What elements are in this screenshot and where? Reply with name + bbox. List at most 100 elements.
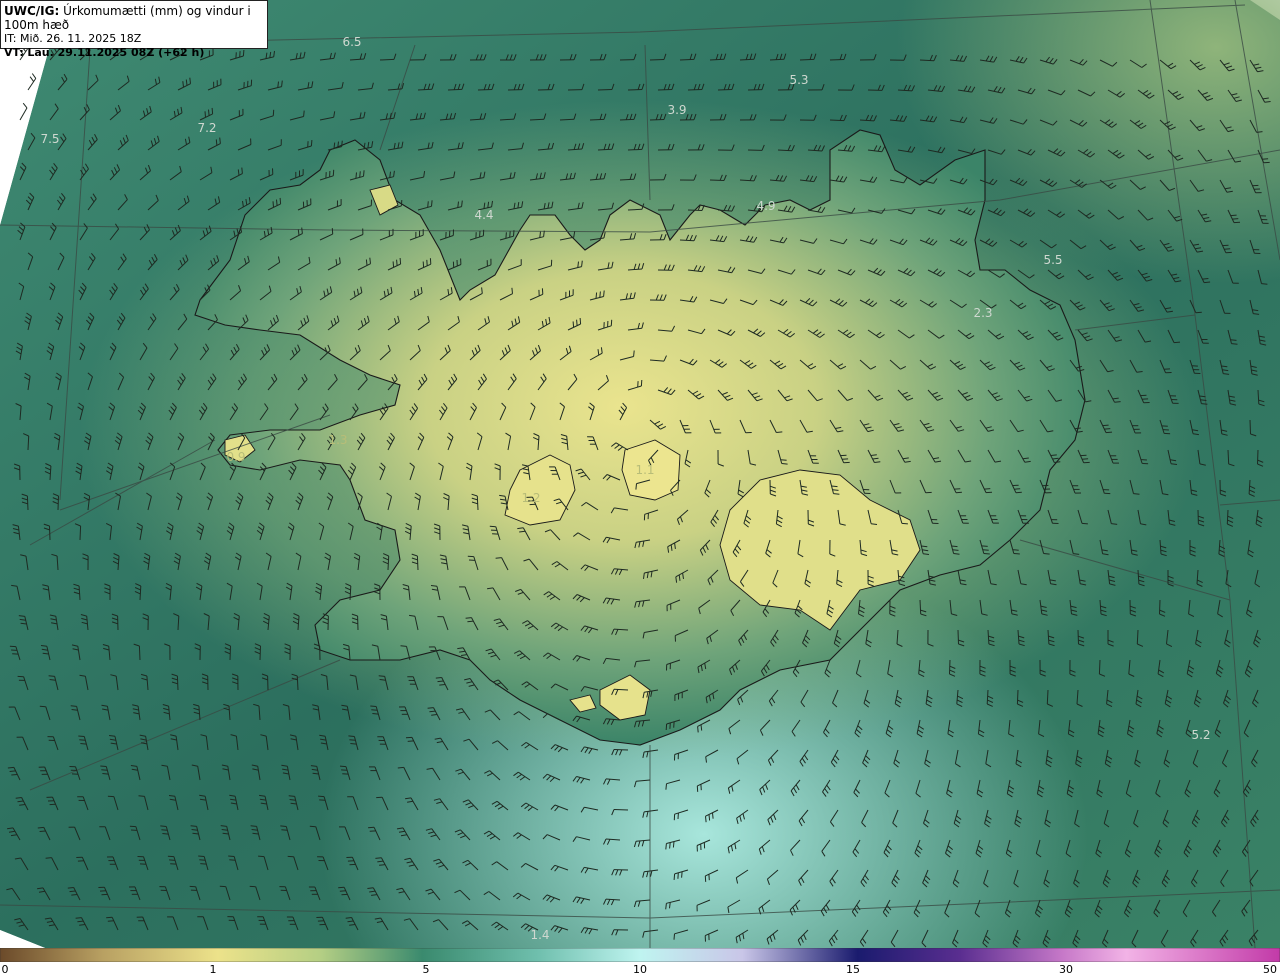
wind-barb-feather bbox=[872, 457, 879, 460]
wind-barb-staff bbox=[649, 59, 665, 61]
value-label: 6.5 bbox=[342, 35, 362, 49]
wind-barb-feather bbox=[982, 549, 989, 551]
wind-barb-feather bbox=[191, 829, 198, 831]
colorbar-tick: 15 bbox=[846, 963, 860, 976]
wind-barb-feather bbox=[983, 553, 990, 555]
wind-barb-feather bbox=[45, 857, 52, 859]
wind-barb-feather bbox=[1052, 457, 1059, 460]
wind-barb-feather bbox=[399, 257, 402, 265]
wind-barb-feather bbox=[211, 107, 214, 114]
wind-barb-feather bbox=[1081, 522, 1088, 525]
colorbar-ticks: 0 1 5 10 15 30 50 bbox=[0, 962, 1280, 978]
wind-barb-feather bbox=[222, 832, 229, 835]
wind-barb-feather bbox=[347, 920, 354, 923]
value-label: 1.2 bbox=[521, 491, 541, 505]
wind-barb-staff bbox=[1136, 629, 1139, 645]
wind-barb-staff bbox=[829, 119, 845, 122]
wind-barb-feather bbox=[467, 620, 474, 623]
wind-barb-feather bbox=[19, 804, 26, 806]
colorbar-tick: 10 bbox=[633, 963, 647, 976]
wind-barb-staff bbox=[559, 118, 575, 121]
wind-barb-feather bbox=[697, 726, 699, 733]
wind-barb-feather bbox=[705, 816, 707, 823]
wind-barb-feather bbox=[665, 903, 667, 910]
wind-barb-feather bbox=[1230, 214, 1237, 217]
wind-barb-feather bbox=[290, 802, 297, 805]
wind-barb-feather bbox=[79, 739, 86, 741]
wind-barb-feather bbox=[277, 81, 279, 88]
wind-barb-feather bbox=[1231, 343, 1238, 345]
wind-barb-staff bbox=[1098, 659, 1101, 675]
wind-barb-feather bbox=[439, 684, 446, 686]
wind-barb-staff bbox=[649, 119, 665, 121]
wind-barb-feather bbox=[276, 199, 278, 206]
wind-barb-feather bbox=[301, 227, 303, 234]
valid-time: Lau. 29.11.2025 08Z (+62 h) bbox=[27, 46, 205, 59]
wind-barb-feather bbox=[182, 81, 184, 88]
wind-barb-feather bbox=[341, 140, 343, 147]
wind-barb-staff bbox=[1016, 689, 1019, 705]
wind-barb-feather bbox=[78, 735, 85, 737]
wind-barb-feather bbox=[577, 261, 579, 268]
wind-barb-feather bbox=[1012, 549, 1019, 551]
wind-barb-feather bbox=[80, 743, 87, 745]
wind-barb-feather bbox=[162, 833, 169, 835]
wind-barb-feather bbox=[400, 645, 407, 647]
wind-barb-feather bbox=[700, 724, 703, 731]
wind-barb-staff bbox=[919, 59, 935, 62]
wind-barb-staff bbox=[679, 58, 695, 61]
wind-barb-feather bbox=[981, 545, 988, 547]
wind-barb-feather bbox=[781, 463, 788, 465]
value-label: 4.9 bbox=[756, 199, 776, 213]
wind-barb-feather bbox=[281, 80, 283, 87]
wind-barb-feather bbox=[70, 705, 77, 707]
wind-barb-feather bbox=[712, 812, 714, 819]
wind-barb-feather bbox=[595, 292, 598, 299]
wind-barb-feather bbox=[371, 709, 378, 711]
wind-barb-feather bbox=[204, 111, 206, 118]
wind-barb-feather bbox=[368, 826, 375, 829]
wind-barb-feather bbox=[581, 260, 583, 267]
wind-barb-feather bbox=[572, 321, 575, 328]
wind-barb-staff bbox=[416, 555, 419, 571]
wind-barb-feather bbox=[509, 231, 511, 238]
wind-barb-feather bbox=[984, 488, 991, 490]
wind-barb-feather bbox=[77, 920, 84, 923]
wind-barb-feather bbox=[333, 142, 336, 149]
wind-barb-feather bbox=[669, 842, 671, 849]
wind-barb-staff bbox=[138, 645, 141, 661]
wind-barb-feather bbox=[665, 843, 667, 850]
wind-barb-staff bbox=[387, 555, 390, 571]
value-label: 5.3 bbox=[789, 73, 809, 87]
wind-barb-feather bbox=[1230, 339, 1237, 341]
wind-barb-feather bbox=[955, 491, 962, 494]
wind-barb-feather bbox=[1202, 278, 1209, 280]
wind-barb-staff bbox=[26, 495, 29, 511]
wind-barb-feather bbox=[228, 855, 235, 857]
wind-barb-feather bbox=[831, 485, 838, 488]
wind-barb-feather bbox=[435, 677, 442, 679]
wind-barb-feather bbox=[511, 287, 513, 294]
wind-barb-feather bbox=[1173, 341, 1181, 344]
wind-barb-feather bbox=[365, 259, 368, 266]
wind-barb-feather bbox=[951, 545, 958, 548]
value-label: 1.3 bbox=[328, 433, 348, 447]
value-label: 5.5 bbox=[1043, 253, 1063, 267]
wind-barb-feather bbox=[219, 137, 221, 144]
wind-barb-feather bbox=[221, 829, 228, 831]
wind-barb-feather bbox=[1014, 488, 1021, 490]
wind-barb-staff bbox=[79, 525, 82, 541]
wind-barb-feather bbox=[350, 743, 357, 745]
wind-barb-feather bbox=[708, 814, 711, 821]
wind-barb-feather bbox=[281, 829, 288, 831]
wind-barb-staff bbox=[829, 59, 845, 61]
wind-barb-feather bbox=[429, 710, 436, 713]
wind-barb-staff bbox=[589, 118, 605, 121]
wind-barb-feather bbox=[1261, 283, 1268, 285]
wind-barb-feather bbox=[832, 489, 839, 491]
wind-barb-staff bbox=[613, 688, 629, 691]
wind-barb-feather bbox=[69, 890, 76, 893]
wind-barb-staff bbox=[1249, 419, 1251, 435]
wind-barb-feather bbox=[200, 863, 207, 865]
wind-barb-staff bbox=[49, 525, 51, 541]
